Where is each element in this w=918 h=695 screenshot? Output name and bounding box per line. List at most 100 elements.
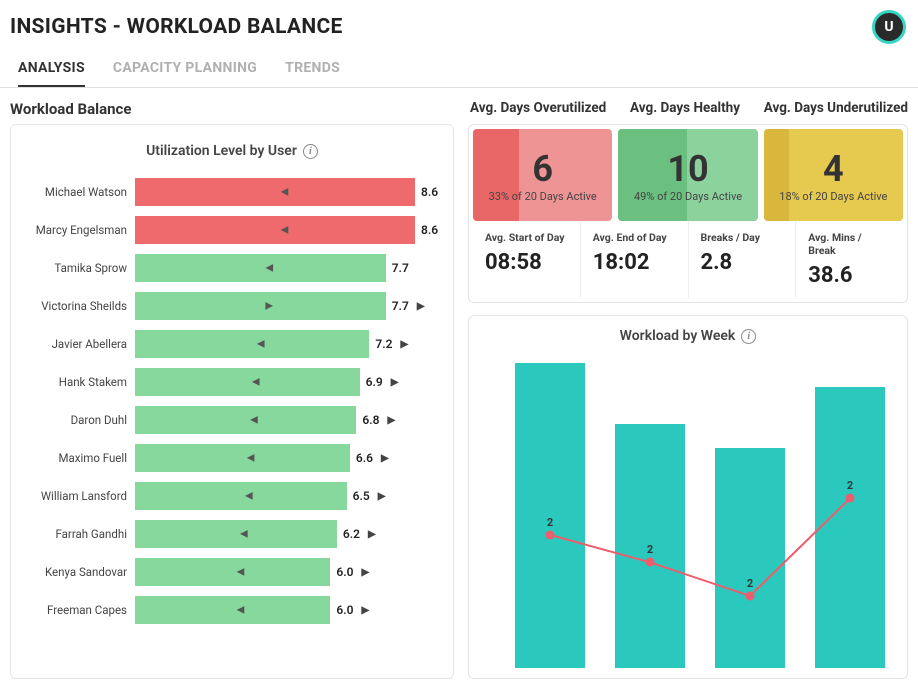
user-name: Kenya Sandovar: [23, 565, 135, 579]
utilization-row: Tamika Sprow◀7.7: [23, 249, 441, 287]
bar-track: ◀ 6.9▶: [135, 368, 415, 396]
user-name: Michael Watson: [23, 185, 135, 199]
card-kpis: 6 33% of 20 Days Active 10 49% of 20 Day…: [468, 124, 908, 303]
chevron-right-icon: ▶: [417, 301, 425, 312]
bar-fill: [135, 596, 330, 624]
user-name: William Lansford: [23, 489, 135, 503]
chevron-right-icon: ▶: [265, 301, 273, 312]
bar-track: ◀7.7: [135, 254, 415, 282]
heading-workload-balance: Workload Balance: [10, 100, 460, 118]
chevron-right-icon: ▶: [391, 377, 399, 388]
kpi-overutilized: 6 33% of 20 Days Active: [473, 129, 612, 221]
bar-fill: [135, 558, 330, 586]
line-value-label: 2: [547, 516, 553, 529]
bar-fill: [135, 520, 337, 548]
chevron-left-icon: ◀: [237, 605, 245, 616]
line-point: [746, 591, 755, 600]
kpi-underutilized: 4 18% of 20 Days Active: [764, 129, 903, 221]
bar-fill: [135, 254, 386, 282]
bar-track: ◀ 6.0▶: [135, 558, 415, 586]
bar-value: 6.6▶: [356, 451, 389, 465]
utilization-row: Freeman Capes◀6.0▶: [23, 591, 441, 629]
page-title: INSIGHTS - WORKLOAD BALANCE: [10, 15, 343, 39]
week-bar: [715, 448, 785, 668]
info-icon[interactable]: i: [741, 329, 756, 344]
card-workload-by-week: Workload by Week i 2222: [468, 315, 908, 679]
bar-track: ◀ 7.2▶: [135, 330, 415, 358]
user-name: Freeman Capes: [23, 603, 135, 617]
week-bar: [815, 387, 885, 668]
line-point: [646, 558, 655, 567]
bar-fill: [135, 444, 350, 472]
bar-track: ◀ 6.8▶: [135, 406, 415, 434]
weekly-chart-title: Workload by Week i: [485, 328, 891, 344]
chevron-right-icon: ▶: [368, 529, 376, 540]
user-name: Tamika Sprow: [23, 261, 135, 275]
utilization-row: Daron Duhl ◀ 6.8▶: [23, 401, 441, 439]
utilization-row: Kenya Sandovar ◀ 6.0▶: [23, 553, 441, 591]
line-value-label: 2: [747, 577, 753, 590]
bar-track: ◀6.2▶: [135, 520, 415, 548]
line-point: [846, 494, 855, 503]
bar-value: 6.9▶: [366, 375, 399, 389]
user-name: Maximo Fuell: [23, 451, 135, 465]
utilization-row: Marcy Engelsman◀8.6: [23, 211, 441, 249]
chevron-left-icon: ◀: [281, 187, 289, 198]
stat-mins-per-break: Avg. Mins / Break 38.6: [796, 221, 903, 298]
chevron-left-icon: ◀: [250, 415, 258, 426]
utilization-bars: Michael Watson◀8.6Marcy Engelsman◀8.6Tam…: [23, 173, 441, 629]
bar-track: ◀8.6: [135, 216, 415, 244]
chevron-left-icon: ◀: [240, 529, 248, 540]
tab-trends[interactable]: TRENDS: [285, 50, 340, 87]
utilization-chart-title: Utilization Level by User i: [23, 143, 441, 159]
stat-end-of-day: Avg. End of Day 18:02: [581, 221, 689, 298]
kpi-healthy: 10 49% of 20 Days Active: [618, 129, 757, 221]
user-name: Victorina Sheilds: [23, 299, 135, 313]
weekly-chart-area: 2222: [485, 358, 891, 668]
utilization-row: Farrah Gandhi◀6.2▶: [23, 515, 441, 553]
bar-track: ▶7.7▶: [135, 292, 415, 320]
user-name: Daron Duhl: [23, 413, 135, 427]
chevron-right-icon: ▶: [388, 415, 396, 426]
heading-overutilized: Avg. Days Overutilized: [470, 100, 606, 118]
page-header: INSIGHTS - WORKLOAD BALANCE U: [0, 0, 918, 50]
tab-analysis[interactable]: ANALYSIS: [18, 50, 85, 87]
bar-fill: [135, 292, 386, 320]
chevron-right-icon: ▶: [361, 567, 369, 578]
chevron-left-icon: ◀: [257, 339, 265, 350]
user-name: Marcy Engelsman: [23, 223, 135, 237]
utilization-row: Javier Abellera ◀ 7.2▶: [23, 325, 441, 363]
line-value-label: 2: [847, 479, 853, 492]
chevron-right-icon: ▶: [378, 491, 386, 502]
bar-value: 7.7: [392, 261, 409, 275]
tab-capacity-planning[interactable]: CAPACITY PLANNING: [113, 50, 257, 87]
bar-fill: [135, 482, 347, 510]
bar-fill: [135, 330, 369, 358]
card-utilization-by-user: Utilization Level by User i Michael Wats…: [10, 124, 454, 679]
bar-track: ◀8.6: [135, 178, 415, 206]
section-headings: Workload Balance Avg. Days Overutilized …: [0, 88, 918, 124]
chevron-left-icon: ◀: [237, 567, 245, 578]
info-icon[interactable]: i: [303, 144, 318, 159]
chevron-left-icon: ◀: [247, 453, 255, 464]
user-avatar[interactable]: U: [872, 10, 906, 44]
heading-healthy: Avg. Days Healthy: [630, 100, 740, 118]
bar-value: 7.2▶: [375, 337, 408, 351]
utilization-row: Hank Stakem ◀ 6.9▶: [23, 363, 441, 401]
chevron-right-icon: ▶: [381, 453, 389, 464]
utilization-row: Victorina Sheilds▶7.7▶: [23, 287, 441, 325]
utilization-row: Maximo Fuell ◀ 6.6▶: [23, 439, 441, 477]
bar-value: 7.7▶: [392, 299, 425, 313]
utilization-row: Michael Watson◀8.6: [23, 173, 441, 211]
chevron-left-icon: ◀: [252, 377, 260, 388]
bar-value: 6.8▶: [362, 413, 395, 427]
line-point: [546, 530, 555, 539]
user-name: Hank Stakem: [23, 375, 135, 389]
bar-value: 6.0▶: [336, 565, 369, 579]
chevron-right-icon: ▶: [361, 605, 369, 616]
bar-track: ◀6.0▶: [135, 596, 415, 624]
user-name: Javier Abellera: [23, 337, 135, 351]
tab-bar: ANALYSIS CAPACITY PLANNING TRENDS: [0, 50, 918, 88]
bar-value: 6.5▶: [353, 489, 386, 503]
bar-track: ◀ 6.6▶: [135, 444, 415, 472]
